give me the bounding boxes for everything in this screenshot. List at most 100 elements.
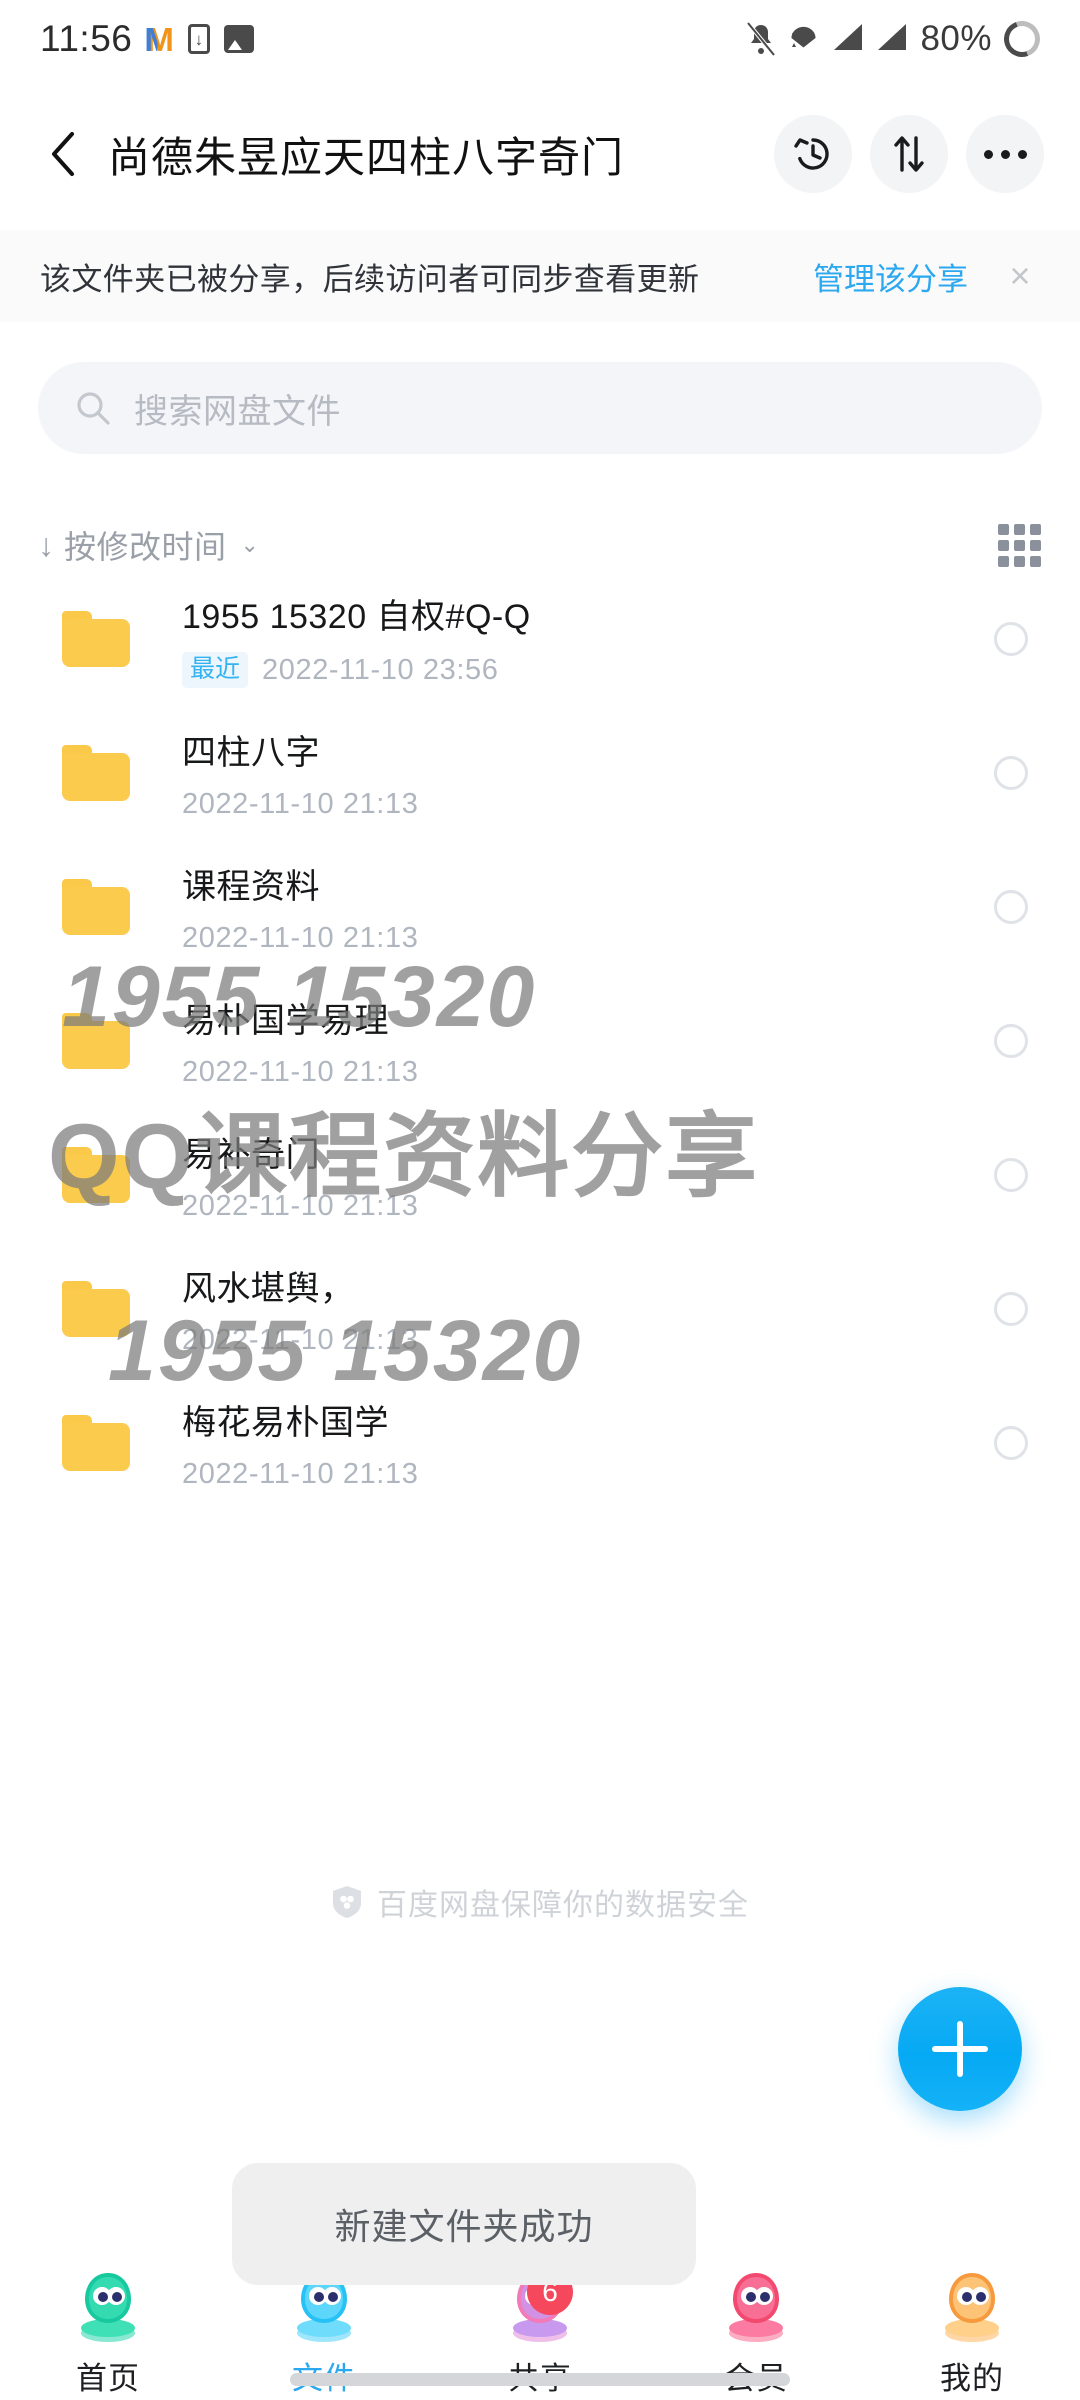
nav-label: 我的 (940, 2361, 1004, 2396)
manage-share-link[interactable]: 管理该分享 (813, 254, 968, 299)
page-title: 尚德朱昱应天四柱八字奇门 (108, 133, 625, 181)
battery-percent: 80% (920, 19, 992, 58)
file-row-meta: 2022-11-10 21:13 (182, 1324, 994, 1357)
security-footer-text: 百度网盘保障你的数据安全 (377, 1889, 749, 1922)
file-row[interactable]: 梅花易朴国学 2022-11-10 21:13 (0, 1384, 1080, 1501)
history-button[interactable] (774, 115, 852, 193)
folder-icon (62, 1146, 130, 1203)
file-name: 四柱八字 (182, 733, 320, 772)
shield-icon (331, 1884, 363, 1920)
file-name: 梅花易朴国学 (182, 1403, 389, 1442)
folder-icon (62, 1414, 130, 1471)
status-time: 11:56 (40, 18, 133, 59)
bell-off-icon (746, 21, 776, 57)
file-time: 2022-11-10 21:13 (182, 1189, 419, 1222)
screenshot-icon (223, 25, 254, 53)
folder-icon (62, 744, 130, 801)
sort-direction-icon: ↓ (38, 527, 54, 563)
file-row-meta: 2022-11-10 21:13 (182, 1190, 994, 1223)
file-row-meta: 2022-11-10 21:13 (182, 922, 994, 955)
file-row-info: 梅花易朴国学 2022-11-10 21:13 (182, 1395, 994, 1491)
status-bar-left: 11:56 M ↓ (40, 18, 254, 60)
file-row-meta: 最近 2022-11-10 23:56 (182, 652, 994, 688)
status-bar: 11:56 M ↓ 80% (0, 0, 1080, 78)
vip-icon (713, 2263, 799, 2349)
file-row-info: 易朴国学易理 2022-11-10 21:13 (182, 993, 994, 1089)
file-name: 易补奇门 (182, 1135, 320, 1174)
toast-message: 新建文件夹成功 (334, 2206, 594, 2247)
select-checkbox[interactable] (994, 1291, 1028, 1326)
signal-icon (832, 22, 864, 57)
search-icon (74, 389, 112, 427)
nav-item-首页[interactable]: 首页 (0, 2255, 216, 2398)
file-name: 易朴国学易理 (182, 1001, 389, 1040)
plus-icon (932, 2021, 988, 2077)
gmail-icon: M (146, 23, 174, 56)
back-button[interactable] (36, 127, 90, 181)
file-time: 2022-11-10 21:13 (182, 1323, 419, 1356)
file-list: 1955 15320 自权#Q-Q 最近 2022-11-10 23:56 四柱八字 2… (0, 580, 1080, 1501)
file-row-info: 易补奇门 2022-11-10 21:13 (182, 1127, 994, 1223)
select-checkbox[interactable] (994, 755, 1028, 790)
download-icon: ↓ (187, 24, 210, 54)
nav-label: 首页 (76, 2361, 140, 2396)
folder-icon (62, 1280, 130, 1337)
file-row-info: 1955 15320 自权#Q-Q 最近 2022-11-10 23:56 (182, 589, 994, 688)
file-row[interactable]: 风水堪舆， 2022-11-10 21:13 (0, 1250, 1080, 1367)
file-row-info: 课程资料 2022-11-10 21:13 (182, 859, 994, 955)
more-icon (983, 149, 1027, 159)
search-placeholder: 搜索网盘文件 (134, 392, 341, 431)
close-icon[interactable]: × (1000, 258, 1040, 294)
security-footer: 百度网盘保障你的数据安全 (0, 1880, 1080, 1924)
file-row[interactable]: 1955 15320 自权#Q-Q 最近 2022-11-10 23:56 (0, 580, 1080, 697)
sort-button[interactable]: ↓ 按修改时间 ⌄ (38, 522, 259, 568)
folder-icon (62, 1012, 130, 1069)
profile-icon (929, 2263, 1015, 2349)
sort-bar: ↓ 按修改时间 ⌄ (38, 510, 1042, 580)
file-name: 课程资料 (182, 867, 320, 906)
folder-icon (62, 610, 130, 667)
signal-icon-2 (876, 22, 908, 57)
grid-view-icon[interactable] (998, 523, 1042, 567)
file-row-info: 四柱八字 2022-11-10 21:13 (182, 725, 994, 821)
file-name: 1955 15320 自权#Q-Q (182, 598, 531, 637)
transfer-button[interactable] (870, 115, 948, 193)
file-row-info: 风水堪舆， 2022-11-10 21:13 (182, 1261, 994, 1357)
folder-icon (62, 878, 130, 935)
more-button[interactable] (966, 115, 1044, 193)
chevron-down-icon: ⌄ (240, 532, 259, 557)
toast: 新建文件夹成功 (232, 2163, 696, 2285)
select-checkbox[interactable] (994, 1023, 1028, 1058)
app-bar: 尚德朱昱应天四柱八字奇门 (0, 78, 1080, 230)
file-row[interactable]: 易补奇门 2022-11-10 21:13 (0, 1116, 1080, 1233)
nav-item-我的[interactable]: 我的 (864, 2255, 1080, 2398)
add-button[interactable] (898, 1987, 1022, 2111)
file-row-meta: 2022-11-10 21:13 (182, 788, 994, 821)
history-icon (794, 138, 829, 170)
gesture-bar (290, 2373, 790, 2386)
wifi-icon (788, 21, 820, 58)
battery-icon (998, 15, 1046, 63)
file-time: 2022-11-10 21:13 (182, 1457, 419, 1490)
file-row[interactable]: 四柱八字 2022-11-10 21:13 (0, 714, 1080, 831)
share-banner: 该文件夹已被分享，后续访问者可同步查看更新 管理该分享 × (0, 230, 1080, 322)
status-bar-right: 80% (746, 15, 1046, 63)
share-banner-message: 该文件夹已被分享，后续访问者可同步查看更新 (40, 261, 700, 297)
file-row[interactable]: 易朴国学易理 2022-11-10 21:13 (0, 982, 1080, 1099)
file-name: 风水堪舆， (182, 1269, 355, 1308)
file-time: 2022-11-10 21:13 (182, 921, 419, 954)
select-checkbox[interactable] (994, 1157, 1028, 1192)
transfer-icon (894, 136, 924, 172)
home-icon (65, 2263, 151, 2349)
file-row-meta: 2022-11-10 21:13 (182, 1056, 994, 1089)
file-row[interactable]: 课程资料 2022-11-10 21:13 (0, 848, 1080, 965)
select-checkbox[interactable] (994, 621, 1028, 656)
select-checkbox[interactable] (994, 889, 1028, 924)
recent-badge: 最近 (182, 652, 249, 688)
select-checkbox[interactable] (994, 1425, 1028, 1460)
file-time: 2022-11-10 21:13 (182, 787, 419, 820)
file-time: 2022-11-10 23:56 (262, 653, 499, 686)
search-input[interactable]: 搜索网盘文件 (38, 362, 1042, 454)
file-time: 2022-11-10 21:13 (182, 1055, 419, 1088)
sort-label: 按修改时间 (64, 529, 227, 565)
